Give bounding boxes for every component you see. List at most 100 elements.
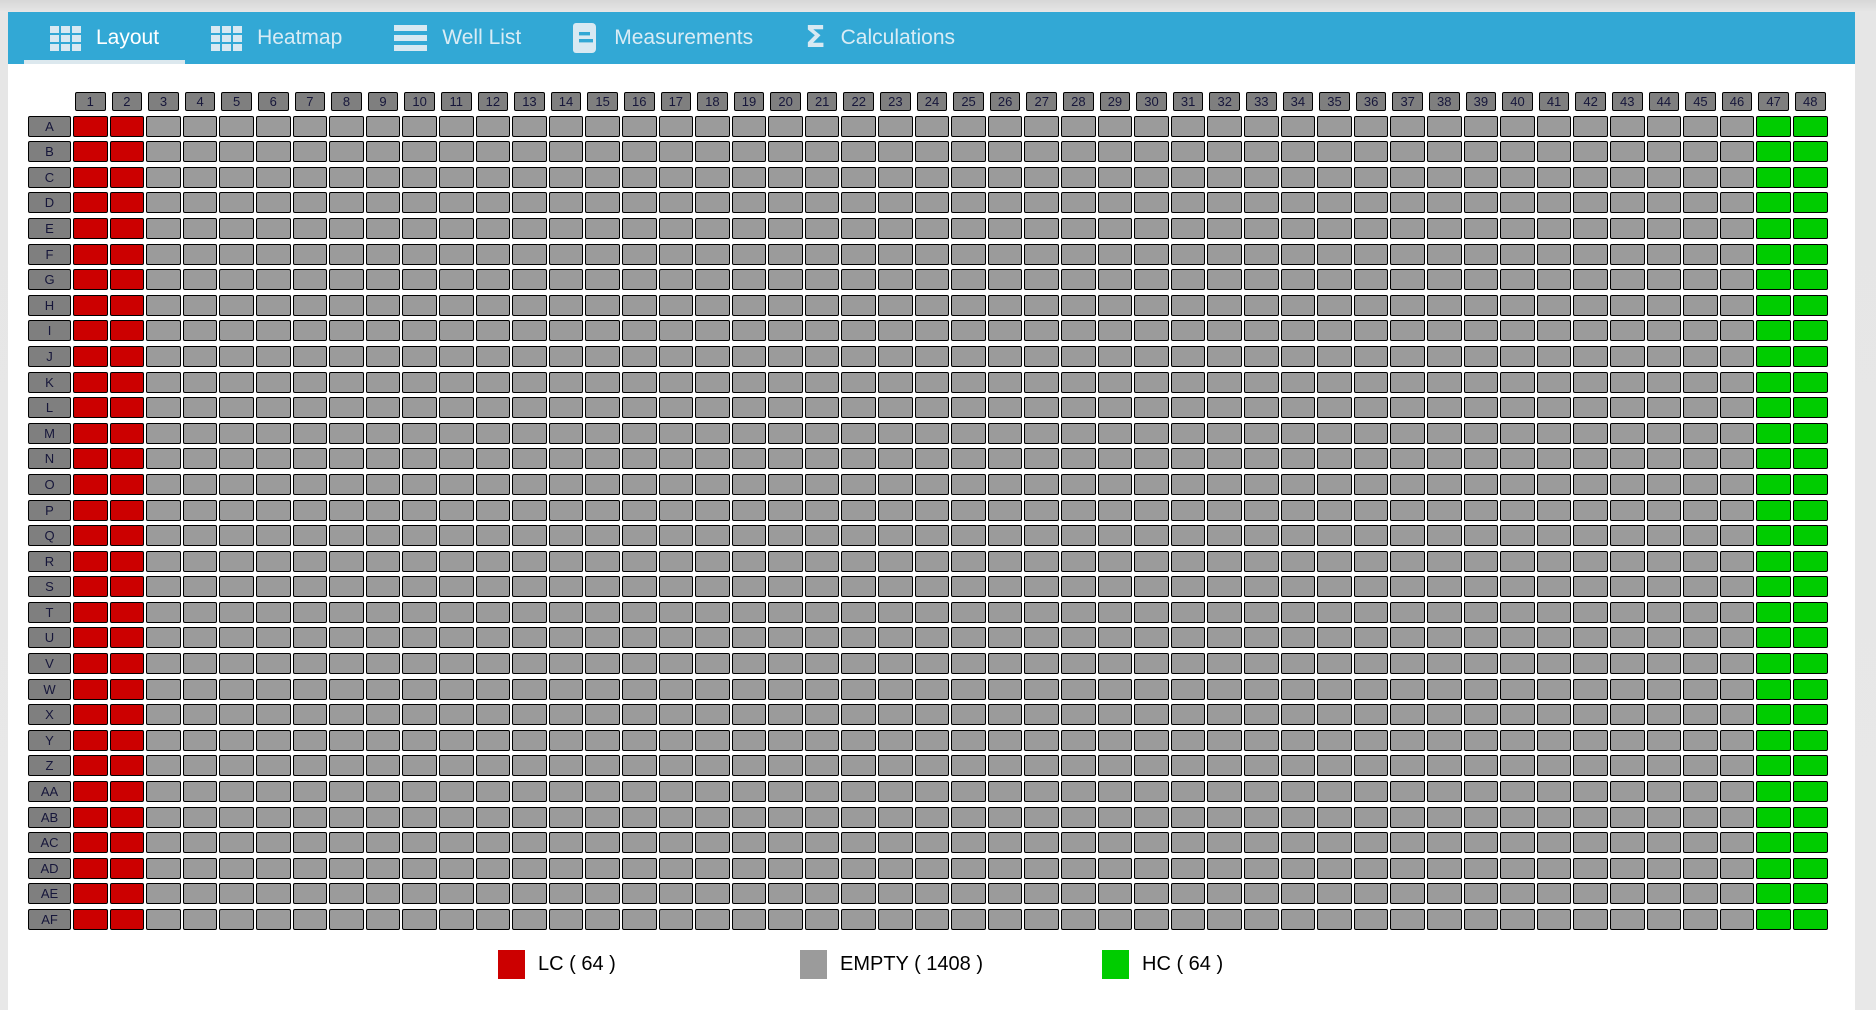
well-cell[interactable] xyxy=(1793,909,1828,930)
well-cell[interactable] xyxy=(585,448,620,469)
well-cell[interactable] xyxy=(1171,909,1206,930)
well-cell[interactable] xyxy=(1683,372,1718,393)
well-cell[interactable] xyxy=(768,397,803,418)
well-cell[interactable] xyxy=(439,525,474,546)
well-cell[interactable] xyxy=(1573,295,1608,316)
well-cell[interactable] xyxy=(878,653,913,674)
well-cell[interactable] xyxy=(1098,141,1133,162)
well-cell[interactable] xyxy=(1281,320,1316,341)
well-cell[interactable] xyxy=(1647,167,1682,188)
well-cell[interactable] xyxy=(1427,909,1462,930)
well-cell[interactable] xyxy=(915,372,950,393)
well-cell[interactable] xyxy=(183,704,218,725)
well-cell[interactable] xyxy=(549,755,584,776)
well-cell[interactable] xyxy=(1610,244,1645,265)
well-cell[interactable] xyxy=(1244,883,1279,904)
well-cell[interactable] xyxy=(1207,269,1242,290)
well-cell[interactable] xyxy=(219,372,254,393)
well-cell[interactable] xyxy=(1610,551,1645,572)
well-cell[interactable] xyxy=(1610,653,1645,674)
well-cell[interactable] xyxy=(293,346,328,367)
well-cell[interactable] xyxy=(366,627,401,648)
well-cell[interactable] xyxy=(805,627,840,648)
well-cell[interactable] xyxy=(768,627,803,648)
well-cell[interactable] xyxy=(110,858,145,879)
well-cell[interactable] xyxy=(1281,116,1316,137)
well-cell[interactable] xyxy=(695,372,730,393)
well-cell[interactable] xyxy=(1610,858,1645,879)
well-cell[interactable] xyxy=(915,244,950,265)
well-cell[interactable] xyxy=(622,116,657,137)
well-cell[interactable] xyxy=(1354,730,1389,751)
well-cell[interactable] xyxy=(476,755,511,776)
well-cell[interactable] xyxy=(988,858,1023,879)
well-cell[interactable] xyxy=(1720,755,1755,776)
well-cell[interactable] xyxy=(293,883,328,904)
well-cell[interactable] xyxy=(219,269,254,290)
well-cell[interactable] xyxy=(293,423,328,444)
well-cell[interactable] xyxy=(1720,269,1755,290)
well-cell[interactable] xyxy=(951,858,986,879)
well-cell[interactable] xyxy=(1134,474,1169,495)
well-cell[interactable] xyxy=(1573,730,1608,751)
well-cell[interactable] xyxy=(1464,320,1499,341)
well-cell[interactable] xyxy=(1500,704,1535,725)
well-cell[interactable] xyxy=(183,858,218,879)
well-cell[interactable] xyxy=(768,167,803,188)
well-cell[interactable] xyxy=(256,883,291,904)
well-cell[interactable] xyxy=(1720,909,1755,930)
well-cell[interactable] xyxy=(146,295,181,316)
well-cell[interactable] xyxy=(622,192,657,213)
well-cell[interactable] xyxy=(1720,192,1755,213)
well-cell[interactable] xyxy=(878,807,913,828)
well-cell[interactable] xyxy=(659,832,694,853)
well-cell[interactable] xyxy=(1427,755,1462,776)
well-cell[interactable] xyxy=(1171,141,1206,162)
well-cell[interactable] xyxy=(878,781,913,802)
well-cell[interactable] xyxy=(1244,372,1279,393)
well-cell[interactable] xyxy=(1207,781,1242,802)
well-cell[interactable] xyxy=(1720,730,1755,751)
well-cell[interactable] xyxy=(1354,192,1389,213)
well-cell[interactable] xyxy=(1464,883,1499,904)
well-cell[interactable] xyxy=(768,500,803,521)
well-cell[interactable] xyxy=(1134,397,1169,418)
well-cell[interactable] xyxy=(1573,704,1608,725)
well-cell[interactable] xyxy=(183,500,218,521)
well-cell[interactable] xyxy=(1098,551,1133,572)
well-cell[interactable] xyxy=(1427,525,1462,546)
well-cell[interactable] xyxy=(1024,807,1059,828)
well-cell[interactable] xyxy=(1134,269,1169,290)
well-cell[interactable] xyxy=(585,679,620,700)
well-cell[interactable] xyxy=(366,755,401,776)
well-cell[interactable] xyxy=(1573,141,1608,162)
well-cell[interactable] xyxy=(256,218,291,239)
well-cell[interactable] xyxy=(1354,448,1389,469)
well-cell[interactable] xyxy=(1354,500,1389,521)
well-cell[interactable] xyxy=(476,525,511,546)
well-cell[interactable] xyxy=(1683,653,1718,674)
well-cell[interactable] xyxy=(732,653,767,674)
well-cell[interactable] xyxy=(219,474,254,495)
well-cell[interactable] xyxy=(512,116,547,137)
well-cell[interactable] xyxy=(476,781,511,802)
well-cell[interactable] xyxy=(549,474,584,495)
well-cell[interactable] xyxy=(1500,269,1535,290)
well-cell[interactable] xyxy=(1354,551,1389,572)
well-cell[interactable] xyxy=(1647,500,1682,521)
well-cell[interactable] xyxy=(1098,295,1133,316)
well-cell[interactable] xyxy=(951,346,986,367)
well-cell[interactable] xyxy=(329,525,364,546)
well-cell[interactable] xyxy=(293,500,328,521)
well-cell[interactable] xyxy=(1683,755,1718,776)
well-cell[interactable] xyxy=(549,141,584,162)
well-cell[interactable] xyxy=(585,141,620,162)
well-cell[interactable] xyxy=(146,116,181,137)
well-cell[interactable] xyxy=(1244,602,1279,623)
well-cell[interactable] xyxy=(73,858,108,879)
well-cell[interactable] xyxy=(110,704,145,725)
well-cell[interactable] xyxy=(1683,167,1718,188)
well-cell[interactable] xyxy=(402,832,437,853)
well-cell[interactable] xyxy=(1427,858,1462,879)
well-cell[interactable] xyxy=(1500,295,1535,316)
